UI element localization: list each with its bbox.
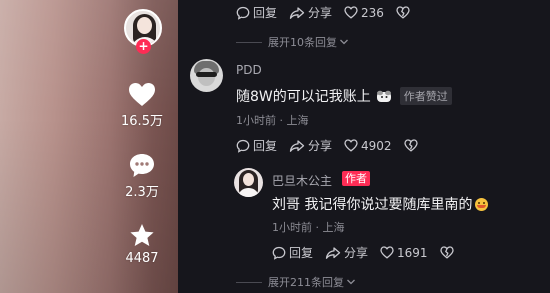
author-liked-badge: 作者赞过	[399, 87, 452, 105]
heart-outline-icon	[344, 139, 358, 152]
dislike-button[interactable]	[403, 139, 421, 152]
reply-location: 上海	[322, 221, 345, 234]
reply-comment-actions: 回复 分享 1691	[272, 244, 469, 261]
expand-replies-link[interactable]: 展开10条回复	[236, 34, 349, 50]
broken-heart-icon	[396, 6, 410, 19]
share-arrow-icon	[289, 139, 305, 152]
reply-comment-text: 刘哥 我记得你说过要随库里南的	[272, 194, 489, 214]
comment-count: 2.3万	[125, 185, 159, 200]
avatar-face	[243, 173, 254, 186]
reply-bubble-icon	[236, 139, 250, 153]
emoji-eye	[483, 201, 486, 204]
heart-outline-icon	[380, 246, 394, 259]
reply-label: 回复	[289, 246, 314, 260]
dog-emoji-icon	[376, 90, 391, 102]
pdd-comment-actions: 回复 分享 4902	[236, 137, 433, 154]
chevron-down-icon	[340, 39, 348, 45]
share-button[interactable]: 分享	[289, 137, 332, 154]
pdd-time: 1小时前	[236, 114, 276, 127]
emoji-eye	[478, 201, 481, 204]
divider-line	[236, 41, 262, 43]
avatar-face	[198, 68, 215, 86]
like-comment-button[interactable]: 4902	[344, 139, 392, 153]
reply-button[interactable]: 回复	[272, 244, 313, 261]
reply-comment-body: 刘哥 我记得你说过要随库里南的	[272, 197, 473, 213]
reply-label: 回复	[253, 139, 278, 153]
author-badge: 作者	[342, 171, 370, 186]
meta-dot: ·	[315, 221, 323, 234]
video-background[interactable]: + 16.5万 2.3万 4487	[0, 0, 178, 293]
comment-like-count: 1691	[397, 245, 428, 260]
favorite-count: 4487	[125, 251, 159, 266]
dislike-button[interactable]	[439, 246, 457, 259]
pdd-avatar[interactable]	[190, 59, 223, 92]
expand-more-replies-link[interactable]: 展开211条回复	[236, 274, 356, 290]
reply-button[interactable]: 回复	[236, 4, 277, 21]
share-button[interactable]: 分享	[325, 244, 368, 261]
divider-line	[236, 281, 262, 283]
favorite-action[interactable]: 4487	[112, 223, 172, 266]
reply-button[interactable]: 回复	[236, 137, 277, 154]
like-action[interactable]: 16.5万	[112, 82, 172, 129]
pdd-comment-body: 随8W的可以记我账上	[236, 89, 371, 105]
pdd-location: 上海	[286, 114, 309, 127]
reply-meta: 1小时前 · 上海	[272, 219, 345, 235]
emoji-mouth	[477, 204, 487, 208]
pdd-username[interactable]: PDD	[236, 63, 262, 77]
share-label: 分享	[308, 139, 333, 153]
video-action-column: + 16.5万 2.3万 4487	[112, 0, 172, 293]
reply-label: 回复	[253, 6, 278, 20]
follow-button[interactable]: +	[136, 39, 151, 54]
star-icon	[130, 224, 154, 246]
heart-icon	[129, 83, 155, 106]
expand-replies-label: 展开10条回复	[268, 36, 337, 49]
expand-more-label: 展开211条回复	[268, 276, 344, 289]
top-comment-actions: 回复 分享 236	[236, 4, 425, 21]
avatar-glasses	[196, 72, 217, 77]
reply-bubble-icon	[236, 6, 250, 20]
dislike-button[interactable]	[396, 6, 413, 19]
like-count: 16.5万	[121, 114, 163, 129]
reply-time: 1小时前	[272, 221, 312, 234]
share-label: 分享	[308, 6, 333, 20]
reply-bubble-icon	[272, 246, 286, 260]
heart-outline-icon	[344, 6, 358, 19]
chevron-down-icon	[347, 279, 355, 285]
pdd-comment-text: 随8W的可以记我账上 作者赞过	[236, 86, 452, 106]
share-arrow-icon	[289, 6, 305, 19]
reply-username[interactable]: 巴旦木公主	[272, 172, 332, 189]
blushing-emoji-icon	[475, 197, 489, 211]
reply-author-avatar[interactable]	[234, 168, 263, 197]
comment-action[interactable]: 2.3万	[112, 153, 172, 200]
comment-like-count: 236	[361, 5, 384, 20]
meta-dot: ·	[279, 114, 287, 127]
comment-bubble-icon	[130, 154, 154, 177]
broken-heart-icon	[403, 139, 418, 152]
broken-heart-icon	[439, 246, 454, 259]
share-arrow-icon	[325, 246, 341, 259]
like-comment-button[interactable]: 236	[344, 6, 384, 20]
like-comment-button[interactable]: 1691	[380, 246, 428, 260]
avatar-face	[137, 17, 152, 34]
share-button[interactable]: 分享	[289, 4, 332, 21]
share-label: 分享	[344, 246, 369, 260]
pdd-meta: 1小时前 · 上海	[236, 112, 309, 128]
comment-like-count: 4902	[361, 138, 392, 153]
comment-panel: 回复 分享 236 展开10条回复 PDD 随8W的可以记我账上 作者赞过 1小…	[178, 0, 550, 293]
